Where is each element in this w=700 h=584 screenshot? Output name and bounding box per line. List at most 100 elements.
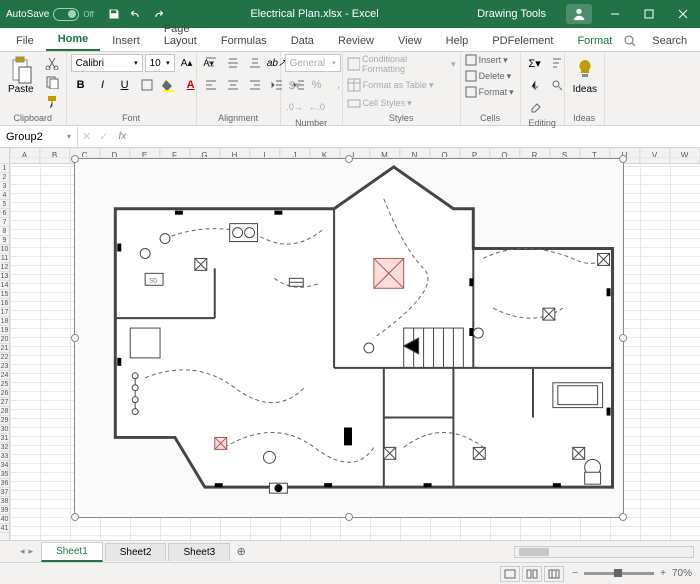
copy-button[interactable] (42, 73, 62, 91)
autosave-switch-off[interactable] (53, 8, 79, 21)
row-headers[interactable]: 1234567891011121314151617181920212223242… (0, 148, 10, 540)
fill-button[interactable] (525, 76, 545, 94)
bold-button[interactable]: B (71, 76, 91, 94)
underline-button[interactable]: U (115, 76, 135, 94)
decrease-decimal-button[interactable]: ←.0 (307, 98, 327, 116)
floor-plan-drawing[interactable]: SD (75, 159, 623, 517)
cut-button[interactable] (42, 54, 62, 72)
align-right-button[interactable] (245, 76, 265, 94)
drawing-group-selection[interactable]: SD (74, 158, 624, 518)
sheet-tab-3[interactable]: Sheet3 (168, 543, 230, 561)
normal-view-button[interactable] (500, 566, 520, 582)
tab-home[interactable]: Home (46, 29, 101, 51)
tab-format[interactable]: Format (565, 31, 624, 51)
ideas-icon (574, 56, 596, 84)
rotate-handle[interactable] (344, 148, 354, 149)
group-alignment: ab↗ Alignment (197, 52, 281, 125)
zoom-in-button[interactable]: + (660, 568, 666, 579)
table-icon (347, 78, 361, 92)
group-cells: Insert▾ Delete▾ Format▾ Cells (461, 52, 521, 125)
resize-handle-tl[interactable] (71, 155, 79, 163)
name-box[interactable]: Group2▾ (0, 127, 78, 147)
sheet-tab-2[interactable]: Sheet2 (105, 543, 167, 561)
add-sheet-button[interactable]: ⊕ (232, 545, 250, 558)
ideas-button[interactable]: Ideas (569, 54, 601, 97)
conditional-formatting-button[interactable]: Conditional Formatting▾ (347, 54, 456, 74)
horizontal-scrollbar[interactable] (514, 546, 694, 558)
sheet-tab-1[interactable]: Sheet1 (41, 542, 103, 562)
clear-button[interactable] (525, 98, 545, 116)
tab-data[interactable]: Data (279, 31, 326, 51)
align-bottom-button[interactable] (245, 54, 265, 72)
autosave-toggle[interactable]: AutoSave Off (0, 8, 100, 21)
currency-button[interactable]: $▾ (285, 76, 305, 94)
font-family-combo[interactable]: Calibri▾ (71, 54, 143, 72)
tab-page-layout[interactable]: Page Layout (152, 19, 209, 51)
page-layout-view-button[interactable] (522, 566, 542, 582)
title-bar: AutoSave Off Electrical Plan.xlsx - Exce… (0, 0, 700, 28)
sheet-nav[interactable]: ◂▸ (20, 546, 33, 557)
resize-handle-t[interactable] (345, 155, 353, 163)
save-icon[interactable] (108, 8, 120, 20)
resize-handle-r[interactable] (619, 334, 627, 342)
percent-button[interactable]: % (307, 76, 327, 94)
fill-color-button[interactable] (159, 76, 179, 94)
minimize-button[interactable] (598, 0, 632, 28)
resize-handle-l[interactable] (71, 334, 79, 342)
sort-filter-button[interactable] (547, 54, 567, 72)
tab-insert[interactable]: Insert (100, 31, 152, 51)
page-break-view-button[interactable] (544, 566, 564, 582)
maximize-button[interactable] (632, 0, 666, 28)
enter-fx-icon[interactable]: ✓ (95, 130, 112, 143)
tab-formulas[interactable]: Formulas (209, 31, 279, 51)
sort-icon (551, 57, 563, 69)
increase-decimal-button[interactable]: .0→ (285, 98, 305, 116)
insert-cells-button[interactable]: Insert▾ (465, 54, 508, 66)
zoom-out-button[interactable]: − (572, 568, 578, 579)
tab-file[interactable]: File (4, 31, 46, 51)
increase-font-button[interactable]: A▴ (177, 54, 197, 72)
tab-view[interactable]: View (386, 31, 434, 51)
align-left-button[interactable] (201, 76, 221, 94)
align-top-button[interactable] (201, 54, 221, 72)
cf-icon (347, 57, 360, 71)
resize-handle-tr[interactable] (619, 155, 627, 163)
number-format-combo[interactable]: General▾ (285, 54, 341, 72)
paste-button[interactable]: Paste (4, 54, 38, 97)
resize-handle-bl[interactable] (71, 513, 79, 521)
close-button[interactable] (666, 0, 700, 28)
align-center-button[interactable] (223, 76, 243, 94)
zoom-level[interactable]: 70% (672, 568, 692, 579)
tab-pdfelement[interactable]: PDFelement (480, 31, 565, 51)
fx-button[interactable]: fx (112, 131, 132, 142)
cancel-fx-icon[interactable]: ✕ (78, 130, 95, 143)
cell-styles-button[interactable]: Cell Styles▾ (347, 96, 412, 110)
find-button[interactable] (547, 76, 567, 94)
font-size-combo[interactable]: 10▾ (145, 54, 175, 72)
tab-review[interactable]: Review (326, 31, 386, 51)
group-ideas: Ideas Ideas (565, 52, 605, 125)
resize-handle-br[interactable] (619, 513, 627, 521)
zoom-control[interactable]: − + 70% (572, 568, 692, 579)
align-middle-button[interactable] (223, 54, 243, 72)
format-icon (465, 86, 477, 98)
search-box[interactable]: Search (624, 31, 700, 51)
account-button[interactable] (566, 4, 592, 24)
formula-input[interactable] (132, 126, 700, 147)
worksheet-grid[interactable]: 1234567891011121314151617181920212223242… (0, 148, 700, 540)
zoom-slider[interactable] (584, 572, 654, 575)
document-title: Electrical Plan.xlsx - Excel (172, 8, 457, 20)
format-as-table-button[interactable]: Format as Table▾ (347, 78, 434, 92)
undo-icon[interactable] (130, 8, 142, 20)
format-cells-button[interactable]: Format▾ (465, 86, 514, 98)
italic-button[interactable]: I (93, 76, 113, 94)
borders-button[interactable] (137, 76, 157, 94)
delete-cells-button[interactable]: Delete▾ (465, 70, 512, 82)
tab-help[interactable]: Help (434, 31, 481, 51)
search-label: Search (640, 31, 699, 51)
search-icon (624, 35, 636, 47)
format-painter-button[interactable] (42, 92, 62, 110)
ribbon-tabs: File Home Insert Page Layout Formulas Da… (0, 28, 700, 52)
autosum-button[interactable]: Σ▾ (525, 54, 545, 72)
resize-handle-b[interactable] (345, 513, 353, 521)
